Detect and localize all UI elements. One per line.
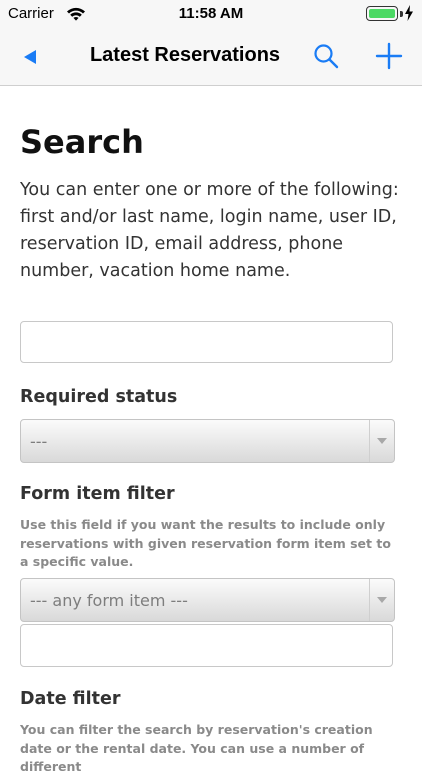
chevron-down-icon — [377, 438, 387, 444]
form-item-filter-label: Form item filter — [20, 484, 175, 504]
page-title: Search — [20, 123, 144, 161]
date-filter-help: You can filter the search by reservation… — [20, 722, 373, 774]
battery-tip — [400, 11, 403, 17]
required-status-label: Required status — [20, 387, 178, 407]
search-input[interactable] — [20, 321, 393, 363]
navigation-bar: Latest Reservations — [0, 30, 422, 86]
chevron-down-icon — [377, 597, 387, 603]
form-item-value-input[interactable] — [20, 624, 393, 667]
select-divider — [369, 420, 370, 462]
required-status-select[interactable]: --- — [20, 419, 395, 463]
status-bar: Carrier 11:58 AM — [0, 0, 422, 30]
form-item-value: --- any form item --- — [30, 591, 188, 610]
charging-icon — [405, 5, 413, 21]
back-arrow-icon[interactable] — [14, 44, 42, 70]
required-status-value: --- — [30, 432, 48, 451]
search-icon[interactable] — [312, 42, 340, 70]
add-icon[interactable] — [374, 41, 404, 71]
date-filter-label: Date filter — [20, 689, 121, 709]
battery-icon — [366, 6, 398, 21]
intro-text: You can enter one or more of the followi… — [20, 180, 399, 281]
form-item-filter-help: Use this field if you want the results t… — [20, 517, 391, 569]
page-title-nav: Latest Reservations — [89, 44, 281, 66]
form-item-select[interactable]: --- any form item --- — [20, 578, 395, 622]
select-divider — [369, 579, 370, 621]
clock: 11:58 AM — [178, 5, 244, 22]
